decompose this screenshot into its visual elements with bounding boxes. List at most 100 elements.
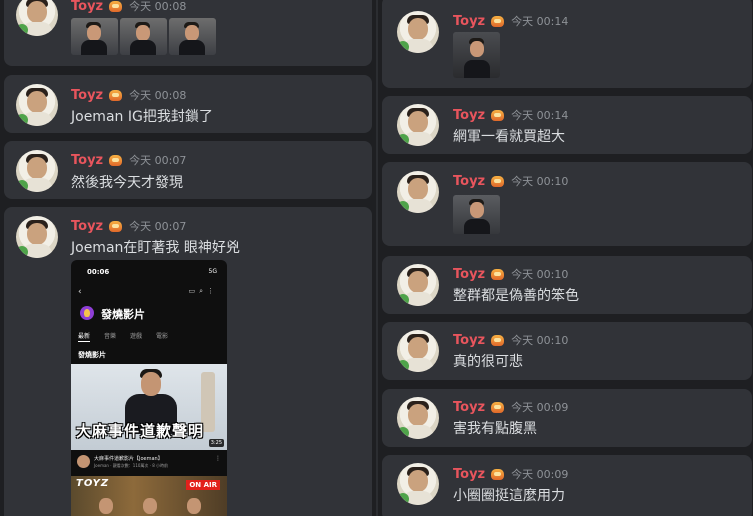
section-title: 發燒影片 [78,351,106,359]
leaf-icon [397,493,409,505]
leaf-icon [397,201,409,213]
column-divider [376,0,378,516]
username[interactable]: Toyz [453,267,485,282]
timestamp: 今天 00:07 [129,220,187,233]
chat-column-right: Toyz 今天 00:14 Toyz 今天 00:14 網軍一看就買超大 Toy… [380,0,753,516]
message-text: 害我有點腹黑 [453,421,537,437]
avatar[interactable] [397,171,439,213]
video-thumbnail: 大麻事件道歉聲明 3:25 [71,364,227,450]
message-text: Joeman在盯著我 眼神好兇 [71,240,240,256]
status-time: 00:06 [87,268,110,276]
phone-tab: 音樂 [104,333,117,340]
leaf-icon [16,114,28,126]
timestamp: 今天 00:09 [511,401,569,414]
message-text: 網軍一看就買超大 [453,129,565,145]
username[interactable]: Toyz [453,333,485,348]
timestamp: 今天 00:14 [511,15,569,28]
leaf-icon [397,360,409,372]
video-thumbnail: TOYZ ON AIR [71,476,227,516]
username[interactable]: Toyz [71,219,103,234]
message[interactable]: Toyz 今天 00:08 Joeman IG把我封鎖了 [4,75,372,133]
flame-badge-icon [490,174,505,188]
leaf-icon [16,246,28,258]
leaf-icon [16,180,28,192]
channel-avatar [77,455,90,468]
message-text: 小圈圈挺這麼用力 [453,488,565,504]
message[interactable]: Toyz 今天 00:09 小圈圈挺這麼用力 [382,455,752,516]
username[interactable]: Toyz [453,400,485,415]
message[interactable]: Toyz 今天 00:10 [382,162,752,246]
avatar[interactable] [397,11,439,53]
timestamp: 今天 00:10 [511,334,569,347]
flame-badge-icon [108,153,123,167]
phone-tab: 最新 [78,333,91,340]
avatar[interactable] [16,216,58,258]
phone-tab: 遊戲 [130,333,143,340]
timestamp: 今天 00:08 [129,0,187,13]
flame-badge-icon [490,14,505,28]
username[interactable]: Toyz [453,174,485,189]
timestamp: 今天 00:08 [129,89,187,102]
message[interactable]: Toyz 今天 00:10 真的很可悲 [382,322,752,380]
signal-indicator: 5G [208,268,217,275]
image-thumbnail[interactable] [71,18,118,55]
phone-tabs: 最新 音樂 遊戲 電影 [78,331,168,340]
video-duration: 3:25 [208,439,224,447]
avatar[interactable] [397,264,439,306]
leaf-icon [16,24,28,36]
screenshot-image[interactable]: 00:06 5G ‹ ▭⌕⋮ 發燒影片 最新 音樂 遊戲 電影 發燒影片 大麻事… [71,260,227,516]
image-thumbnail[interactable] [120,18,167,55]
message[interactable]: Toyz 今天 00:14 [382,0,752,88]
back-arrow-icon: ‹ [78,287,82,297]
message-text: Joeman IG把我封鎖了 [71,109,213,125]
flame-badge-icon [490,467,505,481]
leaf-icon [397,427,409,439]
message[interactable]: Toyz 今天 00:10 整群都是偽善的笨色 [382,256,752,314]
leaf-icon [397,294,409,306]
username[interactable]: Toyz [71,153,103,168]
image-thumbnail[interactable] [453,32,500,78]
flame-badge-icon [108,0,123,13]
message[interactable]: Toyz 今天 00:14 網軍一看就買超大 [382,96,752,154]
timestamp: 今天 00:14 [511,109,569,122]
username[interactable]: Toyz [453,467,485,482]
avatar[interactable] [397,330,439,372]
username[interactable]: Toyz [71,88,103,103]
flame-badge-icon [490,267,505,281]
video-title: 大麻事件道歉影片【Joeman】 [94,456,163,462]
timestamp: 今天 00:10 [511,175,569,188]
timestamp: 今天 00:09 [511,468,569,481]
leaf-icon [397,41,409,53]
message-text: 整群都是偽善的笨色 [453,288,579,304]
flame-badge-icon [490,108,505,122]
message-text: 真的很可悲 [453,354,523,370]
timestamp: 今天 00:10 [511,268,569,281]
video-logo: TOYZ [76,478,110,489]
avatar[interactable] [16,0,58,36]
avatar[interactable] [397,463,439,505]
avatar[interactable] [16,84,58,126]
phone-tab: 電影 [156,333,169,340]
username[interactable]: Toyz [453,14,485,29]
message[interactable]: Toyz 今天 00:07 Joeman在盯著我 眼神好兇 00:06 5G ‹… [4,207,372,516]
image-thumbnail[interactable] [453,195,500,234]
image-thumbnail[interactable] [169,18,216,55]
avatar[interactable] [397,104,439,146]
message[interactable]: Toyz 今天 00:08 [4,0,372,66]
chat-column-left: Toyz 今天 00:08 Toyz 今天 00:08 Joeman IG把我封… [0,0,374,516]
avatar[interactable] [16,150,58,192]
fire-logo-icon [80,306,94,320]
message[interactable]: Toyz 今天 00:09 害我有點腹黑 [382,389,752,447]
toolbar-icons: ▭⌕⋮ [188,287,218,295]
avatar[interactable] [397,397,439,439]
username[interactable]: Toyz [453,108,485,123]
timestamp: 今天 00:07 [129,154,187,167]
more-icon: ⋮ [215,455,221,462]
username[interactable]: Toyz [71,0,103,14]
video-caption: 大麻事件道歉聲明 [76,422,205,440]
flame-badge-icon [490,400,505,414]
message[interactable]: Toyz 今天 00:07 然後我今天才發現 [4,141,372,199]
on-air-badge: ON AIR [186,480,220,490]
video-meta: Joeman · 觀看次數：110萬次 · 8 小時前 [94,463,169,468]
flame-badge-icon [108,219,123,233]
